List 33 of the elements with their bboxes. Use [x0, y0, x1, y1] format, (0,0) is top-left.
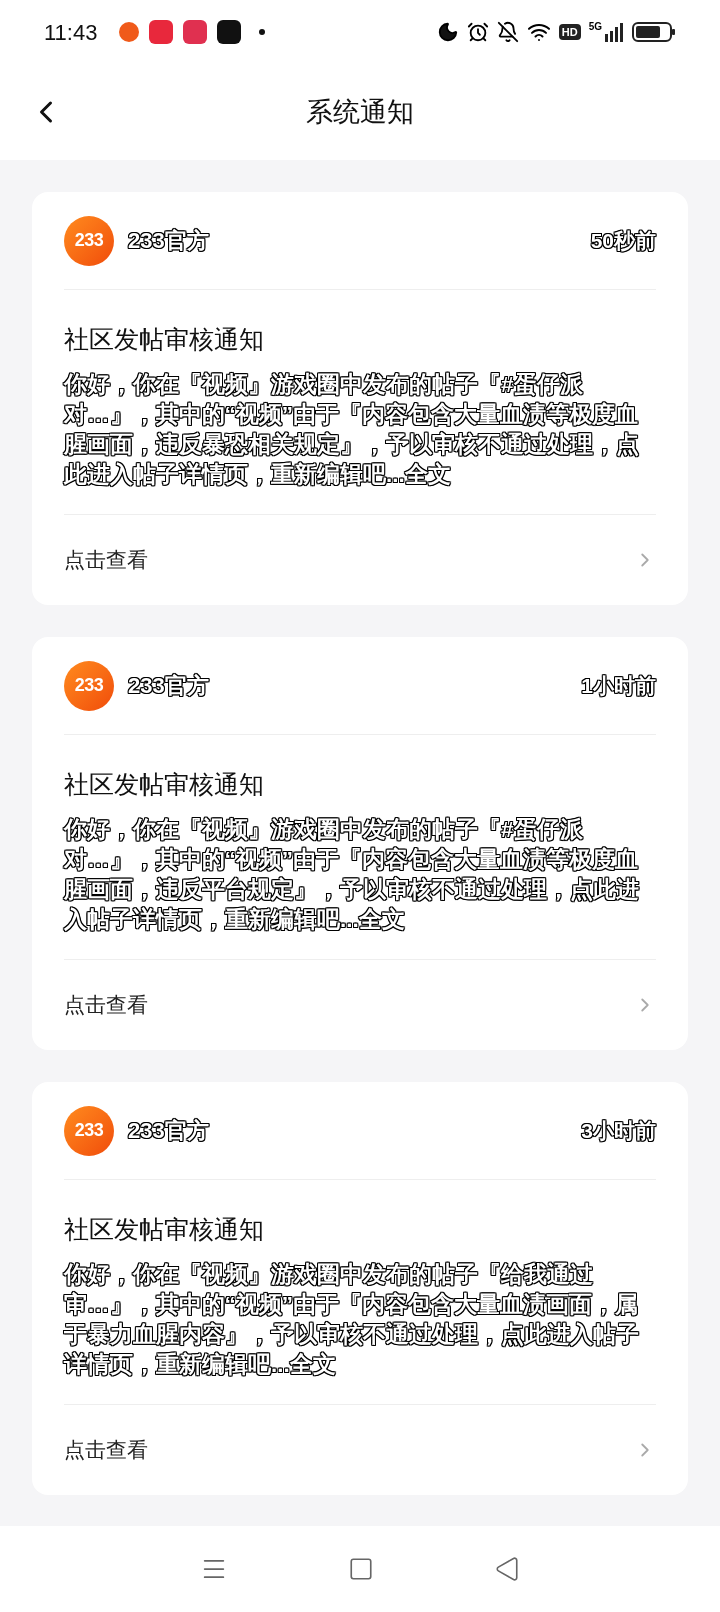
- page-title: 系统通知: [306, 95, 414, 129]
- app-icon: [217, 20, 242, 44]
- notification-time: 3小时前: [581, 1117, 656, 1145]
- video-app-icon: [183, 20, 208, 44]
- bell-off-icon: [496, 21, 519, 43]
- sender-name: 233官方: [128, 1117, 209, 1145]
- view-link[interactable]: 点击查看: [64, 960, 656, 1050]
- notification-time: 50秒前: [590, 227, 656, 255]
- notification-title: 社区发帖审核通知: [64, 1214, 265, 1245]
- alarm-icon: [466, 21, 489, 43]
- notification-body: 你好，你在『视频』游戏圈中发布的帖子『#蛋仔派对…』，其中的“视频”由于『内容包含大量血渍等极度血腥画面，违反暴恐相关规定』，予以审核不通过处理，点此进入帖子详情页，重新编辑吧...全文: [64, 370, 640, 489]
- music-app-icon: [149, 20, 174, 44]
- notification-time: 1小时前: [581, 672, 656, 700]
- avatar-text: 233: [74, 1119, 104, 1142]
- notification-title: 社区发帖审核通知: [64, 324, 265, 355]
- sender-name: 233官方: [128, 672, 209, 700]
- view-link[interactable]: 点击查看: [64, 1405, 656, 1495]
- sender-name: 233官方: [128, 227, 209, 255]
- status-time: 11:43: [44, 18, 98, 47]
- hd-badge: HD: [558, 23, 581, 41]
- avatar-text: 233: [74, 674, 104, 697]
- notification-body: 你好，你在『视频』游戏圈中发布的帖子『给我通过审…』，其中的“视频”由于『内容包含大量血渍画面，属于暴力血腥内容』，予以审核不通过处理，点此进入帖子详情页，重新编辑吧...全文: [64, 1260, 641, 1379]
- back-nav-icon[interactable]: [494, 1556, 520, 1582]
- home-icon[interactable]: [348, 1556, 374, 1582]
- view-link[interactable]: 点击查看: [64, 515, 656, 605]
- battery-icon: [632, 21, 676, 43]
- notification-body: 你好，你在『视频』游戏圈中发布的帖子『#蛋仔派对…』，其中的“视频”由于『内容包含大量血渍等极度血腥画面，违反平台规定』，予以审核不通过处理，点此进入帖子详情页，重新编辑吧...全文: [64, 815, 641, 934]
- network-type: 5G: [588, 22, 602, 32]
- app-notification-icon: [119, 22, 140, 42]
- moon-icon: [436, 21, 459, 43]
- signal-icon: [604, 22, 624, 42]
- notification-title: 社区发帖审核通知: [64, 769, 265, 800]
- avatar-text: 233: [74, 229, 104, 252]
